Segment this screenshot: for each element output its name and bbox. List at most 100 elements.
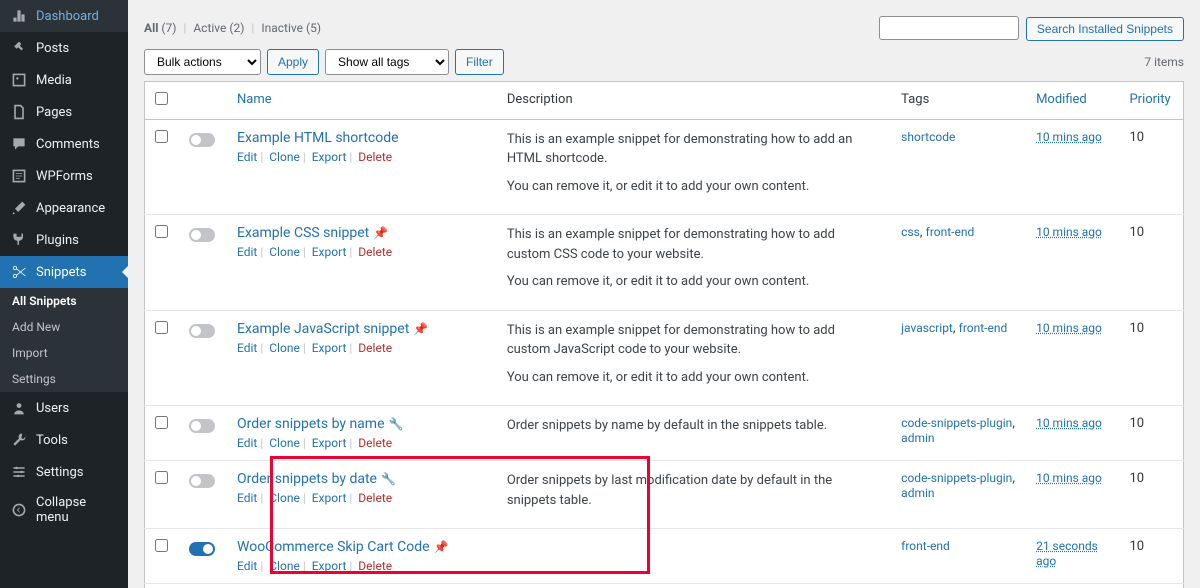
tag-link[interactable]: front-end xyxy=(959,321,1008,335)
export-link[interactable]: Export xyxy=(312,150,347,164)
nav-pages[interactable]: Pages xyxy=(0,96,128,128)
edit-link[interactable]: Edit xyxy=(237,150,257,164)
nav-plugins[interactable]: Plugins xyxy=(0,224,128,256)
tags-filter-select[interactable]: Show all tags xyxy=(325,49,449,75)
subnav-settings[interactable]: Settings xyxy=(0,366,128,392)
snippet-title-link[interactable]: Example HTML shortcode xyxy=(237,130,399,146)
snippet-description xyxy=(497,584,891,588)
clone-link[interactable]: Clone xyxy=(269,491,300,505)
col-name-header[interactable]: Name xyxy=(227,81,497,119)
snippet-title-link[interactable]: Example CSS snippet xyxy=(237,225,369,241)
label: Settings xyxy=(36,465,83,480)
nav-users[interactable]: Users xyxy=(0,392,128,424)
priority-value: 10 xyxy=(1119,529,1183,584)
nav-settings[interactable]: Settings xyxy=(0,456,128,488)
nav-snippets[interactable]: Snippets xyxy=(0,256,128,288)
row-checkbox[interactable] xyxy=(155,416,168,429)
enable-toggle[interactable] xyxy=(189,542,215,556)
clone-link[interactable]: Clone xyxy=(269,341,300,355)
row-checkbox[interactable] xyxy=(155,539,168,552)
nav-media[interactable]: Media xyxy=(0,64,128,96)
snippet-description: This is an example snippet for demonstra… xyxy=(497,119,891,215)
snippet-title-link[interactable]: Order snippets by name xyxy=(237,416,385,432)
enable-toggle[interactable] xyxy=(189,324,215,338)
view-filters-bar: All (7) | Active (2) | Inactive (5) Sear… xyxy=(144,0,1184,49)
tag-link[interactable]: admin xyxy=(901,431,934,445)
nav-posts[interactable]: Posts xyxy=(0,32,128,64)
edit-link[interactable]: Edit xyxy=(237,491,257,505)
row-checkbox[interactable] xyxy=(155,321,168,334)
delete-link[interactable]: Delete xyxy=(358,436,392,450)
select-all-checkbox[interactable] xyxy=(155,92,168,105)
label: Collapse menu xyxy=(36,495,118,525)
pin-icon-inline: 📌 xyxy=(373,226,388,240)
search-input[interactable] xyxy=(879,16,1019,40)
nav-wpforms[interactable]: WPForms xyxy=(0,160,128,192)
export-link[interactable]: Export xyxy=(312,245,347,259)
clone-link[interactable]: Clone xyxy=(269,150,300,164)
modified-time: 10 mins ago xyxy=(1036,225,1102,239)
search-button[interactable]: Search Installed Snippets xyxy=(1026,17,1184,41)
snippet-title-link[interactable]: Example JavaScript snippet xyxy=(237,321,409,337)
label: Tools xyxy=(36,433,68,448)
export-link[interactable]: Export xyxy=(312,436,347,450)
nav-appearance[interactable]: Appearance xyxy=(0,192,128,224)
row-checkbox[interactable] xyxy=(155,130,168,143)
filter-button[interactable]: Filter xyxy=(455,49,504,75)
subnav-add-new[interactable]: Add New xyxy=(0,314,128,340)
plug-icon xyxy=(10,231,28,249)
pin-icon-inline: 📌 xyxy=(434,540,449,554)
delete-link[interactable]: Delete xyxy=(358,341,392,355)
tag-link[interactable]: front-end xyxy=(926,225,975,239)
tag-link[interactable]: shortcode xyxy=(901,130,955,144)
clone-link[interactable]: Clone xyxy=(269,559,300,573)
delete-link[interactable]: Delete xyxy=(358,245,392,259)
enable-toggle[interactable] xyxy=(189,133,215,147)
enable-toggle[interactable] xyxy=(189,228,215,242)
tag-link[interactable]: code-snippets-plugin xyxy=(901,471,1012,485)
edit-link[interactable]: Edit xyxy=(237,559,257,573)
tag-link[interactable]: front-end xyxy=(901,539,950,553)
pin-icon-inline: 🔧 xyxy=(389,417,404,431)
table-row: Order snippets by date🔧 Edit| Clone| Exp… xyxy=(145,461,1184,529)
nav-collapse[interactable]: Collapse menu xyxy=(0,488,128,532)
enable-toggle[interactable] xyxy=(189,419,215,433)
clone-link[interactable]: Clone xyxy=(269,245,300,259)
row-checkbox[interactable] xyxy=(155,225,168,238)
delete-link[interactable]: Delete xyxy=(358,559,392,573)
tag-link[interactable]: css xyxy=(901,225,920,239)
delete-link[interactable]: Delete xyxy=(358,491,392,505)
pin-icon-inline: 🔧 xyxy=(381,472,396,486)
col-modified-header[interactable]: Modified xyxy=(1026,81,1119,119)
clone-link[interactable]: Clone xyxy=(269,436,300,450)
tag-link[interactable]: javascript xyxy=(901,321,953,335)
filter-inactive[interactable]: Inactive (5) xyxy=(261,21,321,35)
bulk-actions-select[interactable]: Bulk actions xyxy=(144,49,261,75)
nav-dashboard-label: Dashboard xyxy=(36,9,99,24)
snippet-title-link[interactable]: Order snippets by date xyxy=(237,471,377,487)
tag-link[interactable]: code-snippets-plugin xyxy=(901,416,1012,430)
delete-link[interactable]: Delete xyxy=(358,150,392,164)
filter-active[interactable]: Active (2) xyxy=(193,21,244,35)
edit-link[interactable]: Edit xyxy=(237,341,257,355)
export-link[interactable]: Export xyxy=(312,559,347,573)
apply-button[interactable]: Apply xyxy=(267,49,319,75)
edit-link[interactable]: Edit xyxy=(237,436,257,450)
items-count: 7 items xyxy=(1144,55,1184,69)
export-link[interactable]: Export xyxy=(312,341,347,355)
scissors-icon xyxy=(10,263,28,281)
nav-tools[interactable]: Tools xyxy=(0,424,128,456)
subnav-all-snippets[interactable]: All Snippets xyxy=(0,288,128,314)
snippet-title-link[interactable]: WooCommerce Skip Cart Code xyxy=(237,539,430,555)
nav-dashboard[interactable]: Dashboard xyxy=(0,0,128,32)
row-checkbox[interactable] xyxy=(155,471,168,484)
nav-comments[interactable]: Comments xyxy=(0,128,128,160)
tag-link[interactable]: admin xyxy=(901,486,934,500)
enable-toggle[interactable] xyxy=(189,474,215,488)
edit-link[interactable]: Edit xyxy=(237,245,257,259)
subnav-import[interactable]: Import xyxy=(0,340,128,366)
col-priority-header[interactable]: Priority xyxy=(1119,81,1183,119)
export-link[interactable]: Export xyxy=(312,491,347,505)
label: Posts xyxy=(36,41,69,56)
search-wrap: Search Installed Snippets xyxy=(879,16,1184,41)
